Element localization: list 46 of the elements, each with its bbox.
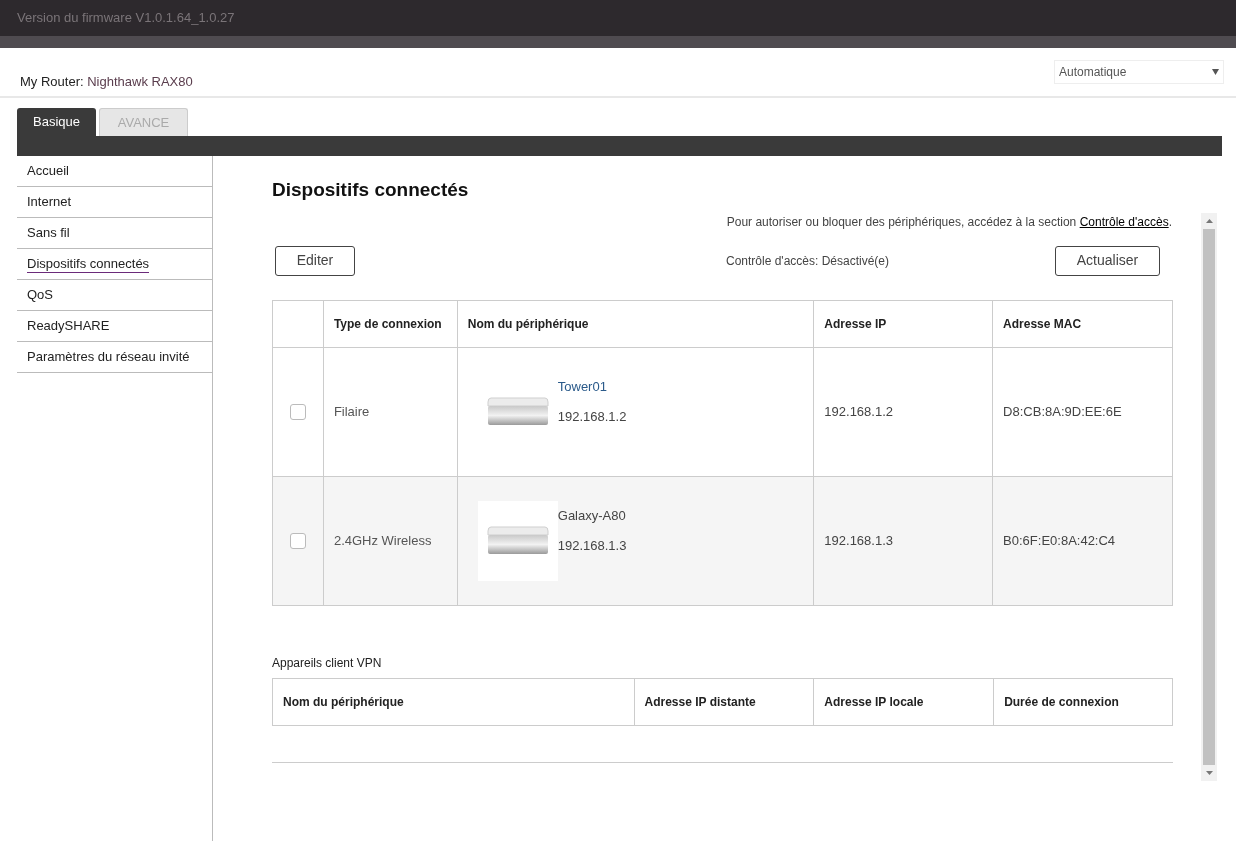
scrollbar-thumb[interactable]: [1203, 229, 1215, 765]
device-name[interactable]: Galaxy-A80: [557, 506, 627, 526]
sidebar-link[interactable]: Paramètres du réseau invité: [27, 347, 190, 367]
firmware-version: Version du firmware V1.0.1.64_1.0.27: [17, 9, 235, 28]
tab[interactable]: Basique: [17, 108, 96, 136]
device-name[interactable]: Tower01: [557, 377, 627, 397]
access-hint-text: Pour autoriser ou bloquer des périphériques, accédez à la section Contrôle d'accès.: [725, 213, 1172, 231]
table-cell: D8:CB:8A:9D:EE:6E: [992, 347, 1173, 476]
scroll-up-icon[interactable]: [1205, 219, 1213, 223]
row-checkbox[interactable]: [289, 533, 306, 550]
sidebar-link[interactable]: Dispositifs connectés: [27, 255, 150, 273]
router-name: Nighthawk RAX80: [87, 74, 193, 89]
column-header: Adresse IP distante: [634, 678, 814, 725]
sidebar-link[interactable]: QoS: [27, 285, 53, 305]
column-header: Durée de connexion: [993, 678, 1173, 725]
sidebar-link[interactable]: Internet: [27, 192, 72, 212]
device-icon: [486, 524, 549, 557]
access-status: Contrôle d'accès: Désactivé(e): [726, 252, 890, 270]
device-icon: [486, 395, 549, 428]
table-cell: Filaire: [323, 347, 458, 476]
language-select[interactable]: Automatique: [1054, 60, 1224, 84]
router-label: My Router:: [20, 74, 84, 89]
dropdown-arrow-icon: [1212, 69, 1219, 75]
column-header: Nom du périphérique: [457, 300, 814, 347]
column-header: Adresse IP: [813, 300, 993, 347]
device-ip: 192.168.1.3: [557, 536, 627, 555]
refresh-button[interactable]: Actualiser: [1055, 245, 1160, 276]
table-cell: B0:6F:E0:8A:42:C4: [992, 476, 1173, 605]
sidebar-link[interactable]: ReadySHARE: [27, 316, 110, 336]
page-title: Dispositifs connectés: [272, 178, 470, 202]
table-cell: 192.168.1.3: [813, 476, 993, 605]
edit-button[interactable]: Editer: [275, 245, 355, 276]
sidebar-link[interactable]: Accueil: [27, 161, 69, 181]
access-control-link[interactable]: Contrôle d'accès: [1079, 214, 1169, 229]
scrollbar[interactable]: [1201, 213, 1217, 781]
sidebar-link[interactable]: Sans fil: [27, 223, 70, 243]
vpn-section-title: Appareils client VPN: [272, 654, 383, 672]
column-header: Nom du périphérique: [272, 678, 635, 725]
table-cell: 2.4GHz Wireless: [323, 476, 458, 605]
scroll-down-icon[interactable]: [1205, 771, 1213, 775]
table-cell: 192.168.1.2: [813, 347, 993, 476]
column-header: Adresse IP locale: [813, 678, 994, 725]
device-ip: 192.168.1.2: [557, 407, 627, 426]
row-checkbox[interactable]: [289, 404, 306, 421]
column-header: Type de connexion: [323, 300, 458, 347]
column-header: Adresse MAC: [992, 300, 1173, 347]
